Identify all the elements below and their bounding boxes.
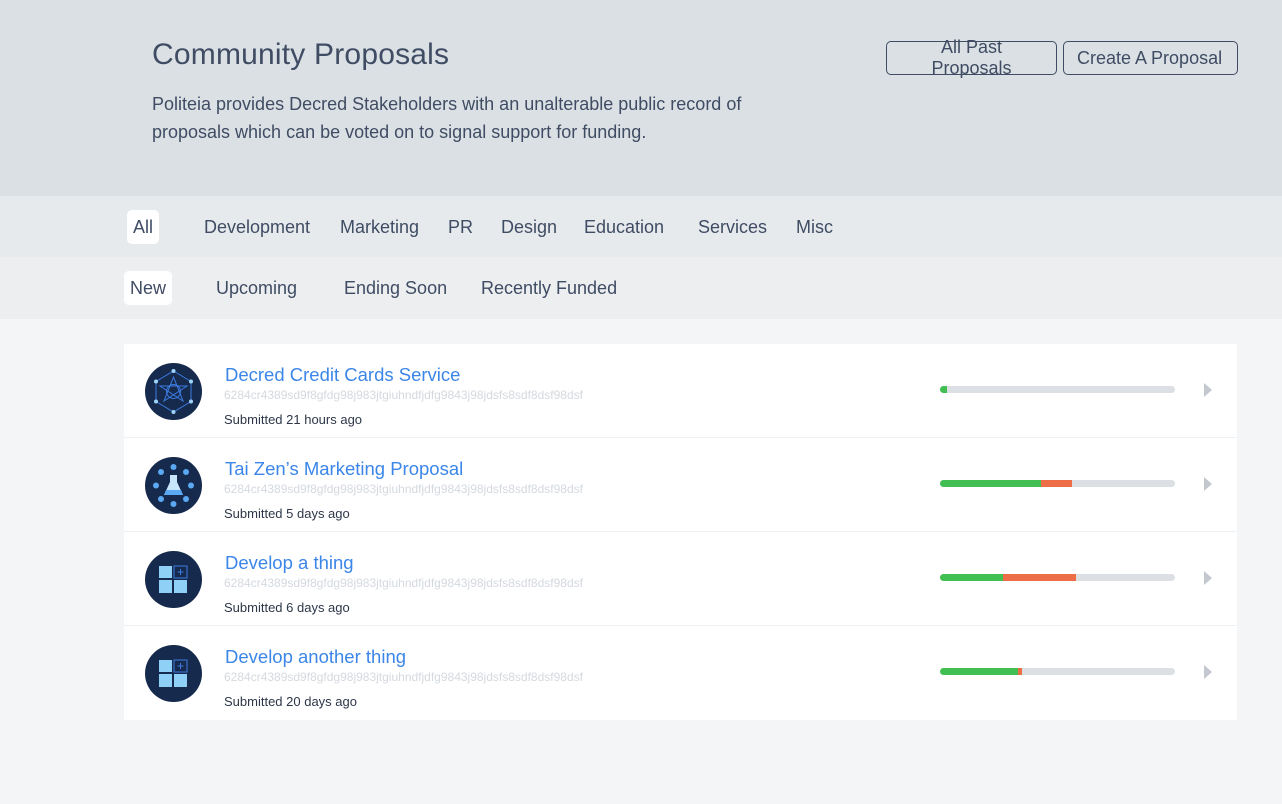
- chevron-right-icon[interactable]: [1204, 665, 1212, 679]
- vote-yes-fill: [940, 480, 1042, 487]
- flask-icon: [145, 457, 202, 514]
- tab-misc[interactable]: Misc: [796, 210, 833, 244]
- vote-progress-bar: [940, 480, 1175, 487]
- proposal-list: Decred Credit Cards Service 6284cr4389sd…: [124, 344, 1237, 720]
- proposal-submitted: Submitted 5 days ago: [224, 506, 350, 521]
- vote-progress-bar: [940, 386, 1175, 393]
- proposal-submitted: Submitted 20 days ago: [224, 694, 357, 709]
- proposal-title[interactable]: Tai Zen’s Marketing Proposal: [225, 458, 463, 480]
- category-tabs: All Development Marketing PR Design Educ…: [0, 196, 1282, 257]
- proposal-row[interactable]: Decred Credit Cards Service 6284cr4389sd…: [124, 344, 1237, 438]
- chevron-right-icon[interactable]: [1204, 477, 1212, 491]
- page-description: Politeia provides Decred Stakeholders wi…: [152, 94, 742, 142]
- vote-no-fill: [1003, 574, 1077, 581]
- network-icon: [145, 363, 202, 420]
- blocks-icon: [145, 551, 202, 608]
- all-past-proposals-button[interactable]: All Past Proposals: [886, 37, 1057, 78]
- vote-no-fill: [1041, 480, 1072, 487]
- vote-yes-fill: [940, 386, 948, 393]
- proposal-submitted: Submitted 6 days ago: [224, 600, 350, 615]
- chevron-right-icon[interactable]: [1204, 571, 1212, 585]
- proposal-submitted: Submitted 21 hours ago: [224, 412, 363, 427]
- blocks-icon: [145, 645, 202, 702]
- vote-progress-bar: [940, 668, 1175, 675]
- vote-yes-fill: [940, 668, 1018, 675]
- create-proposal-button[interactable]: Create A Proposal: [1063, 41, 1238, 75]
- proposal-title[interactable]: Develop a thing: [225, 552, 354, 574]
- tab-services[interactable]: Services: [698, 210, 767, 244]
- tab-education[interactable]: Education: [584, 210, 664, 244]
- vote-progress-bar: [940, 574, 1175, 581]
- tab-pr[interactable]: PR: [448, 210, 473, 244]
- filter-new[interactable]: New: [124, 271, 173, 305]
- page-header: Community Proposals Politeia provides De…: [0, 0, 1282, 196]
- proposal-title[interactable]: Develop another thing: [225, 646, 406, 668]
- filter-ending-soon[interactable]: Ending Soon: [344, 271, 447, 305]
- proposal-title[interactable]: Decred Credit Cards Service: [225, 364, 460, 386]
- chevron-right-icon[interactable]: [1204, 383, 1212, 397]
- tab-development[interactable]: Development: [204, 210, 310, 244]
- proposal-hash: 6284cr4389sd9f8gfdg98j983jtgiuhndfjdfg98…: [224, 388, 583, 402]
- status-filter-tabs: New Upcoming Ending Soon Recently Funded: [0, 257, 1282, 319]
- vote-yes-fill: [940, 574, 1004, 581]
- tab-marketing[interactable]: Marketing: [340, 210, 419, 244]
- proposal-hash: 6284cr4389sd9f8gfdg98j983jtgiuhndfjdfg98…: [224, 670, 583, 684]
- filter-upcoming[interactable]: Upcoming: [216, 271, 297, 305]
- proposal-hash: 6284cr4389sd9f8gfdg98j983jtgiuhndfjdfg98…: [224, 576, 583, 590]
- vote-no-fill: [1017, 668, 1023, 675]
- proposal-hash: 6284cr4389sd9f8gfdg98j983jtgiuhndfjdfg98…: [224, 482, 583, 496]
- tab-design[interactable]: Design: [501, 210, 557, 244]
- proposal-row[interactable]: Tai Zen’s Marketing Proposal 6284cr4389s…: [124, 438, 1237, 532]
- proposal-row[interactable]: Develop a thing 6284cr4389sd9f8gfdg98j98…: [124, 532, 1237, 626]
- proposal-row[interactable]: Develop another thing 6284cr4389sd9f8gfd…: [124, 626, 1237, 720]
- page-title: Community Proposals: [152, 38, 450, 71]
- filter-recently-funded[interactable]: Recently Funded: [481, 271, 617, 305]
- tab-all[interactable]: All: [127, 210, 160, 244]
